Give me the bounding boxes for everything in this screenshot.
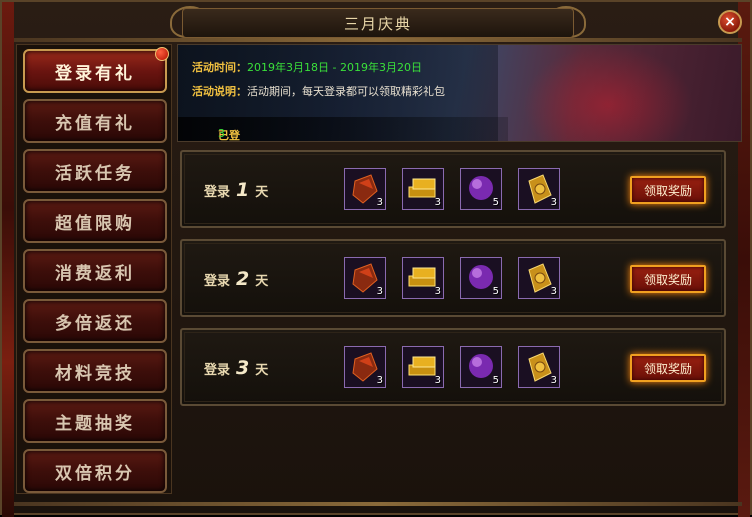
- login-day-label: 登录 1 天: [204, 179, 269, 201]
- login-day-label: 登录 2 天: [204, 268, 269, 290]
- tab-login-gift[interactable]: 登录有礼: [23, 49, 167, 93]
- day-number: 2: [236, 268, 250, 290]
- reward-row-day-1: 登录 1 天 3 3 5 3 领取奖励: [180, 150, 726, 228]
- notification-dot: [155, 47, 169, 61]
- day-number: 3: [236, 357, 250, 379]
- login-days: 已登录天数：3天: [178, 117, 508, 141]
- top-divider: [14, 38, 742, 42]
- claim-reward-button[interactable]: 领取奖励: [630, 354, 706, 382]
- reward-item[interactable]: 3: [402, 257, 444, 299]
- reward-item[interactable]: 5: [460, 168, 502, 210]
- login-days-value: 3天: [218, 127, 225, 140]
- event-desc-label: 活动说明：: [192, 85, 247, 98]
- window-title: 三月庆典: [343, 14, 412, 33]
- event-desc-value: 活动期间，每天登录都可以领取精彩礼包: [247, 85, 445, 98]
- reward-item[interactable]: 5: [460, 346, 502, 388]
- event-time-value: 2019年3月18日 - 2019年3月20日: [247, 61, 422, 74]
- event-description: 活动说明：活动期间，每天登录都可以领取精彩礼包: [192, 83, 445, 99]
- left-border-art: [2, 2, 14, 517]
- banner-art: [508, 45, 708, 141]
- event-banner: 活动时间：2019年3月18日 - 2019年3月20日 活动说明：活动期间，每…: [177, 44, 742, 142]
- tab-limited-purchase[interactable]: 超值限购: [23, 199, 167, 243]
- tab-theme-lottery[interactable]: 主题抽奖: [23, 399, 167, 443]
- event-time-label: 活动时间：: [192, 61, 247, 74]
- reward-item[interactable]: 5: [460, 257, 502, 299]
- event-time: 活动时间：2019年3月18日 - 2019年3月20日: [192, 59, 422, 75]
- reward-row-day-2: 登录 2 天 3 3 5 3 领取奖励: [180, 239, 726, 317]
- reward-item[interactable]: 3: [518, 257, 560, 299]
- reward-item[interactable]: 3: [402, 168, 444, 210]
- bottom-divider: [14, 502, 742, 506]
- login-day-label: 登录 3 天: [204, 357, 269, 379]
- reward-item[interactable]: 3: [344, 168, 386, 210]
- sidebar: 登录有礼 充值有礼 活跃任务 超值限购 消费返利 多倍返还 材料竞技 主题抽奖 …: [16, 44, 172, 494]
- reward-item[interactable]: 3: [344, 346, 386, 388]
- tab-double-points[interactable]: 双倍积分: [23, 449, 167, 493]
- day-number: 1: [236, 179, 250, 201]
- tab-material-contest[interactable]: 材料竞技: [23, 349, 167, 393]
- title-bar: 三月庆典: [182, 8, 574, 38]
- tab-recharge-gift[interactable]: 充值有礼: [23, 99, 167, 143]
- claim-reward-button[interactable]: 领取奖励: [630, 265, 706, 293]
- event-window: 三月庆典 × 登录有礼 充值有礼 活跃任务 超值限购 消费返利 多倍返还 材料竞…: [0, 0, 752, 517]
- tab-multi-return[interactable]: 多倍返还: [23, 299, 167, 343]
- claim-reward-button[interactable]: 领取奖励: [630, 176, 706, 204]
- close-icon: ×: [724, 14, 736, 30]
- tab-spend-rebate[interactable]: 消费返利: [23, 249, 167, 293]
- reward-item[interactable]: 3: [518, 346, 560, 388]
- reward-item[interactable]: 3: [518, 168, 560, 210]
- reward-row-day-3: 登录 3 天 3 3 5 3 领取奖励: [180, 328, 726, 406]
- reward-item[interactable]: 3: [344, 257, 386, 299]
- reward-item[interactable]: 3: [402, 346, 444, 388]
- tab-active-tasks[interactable]: 活跃任务: [23, 149, 167, 193]
- close-button[interactable]: ×: [718, 10, 742, 34]
